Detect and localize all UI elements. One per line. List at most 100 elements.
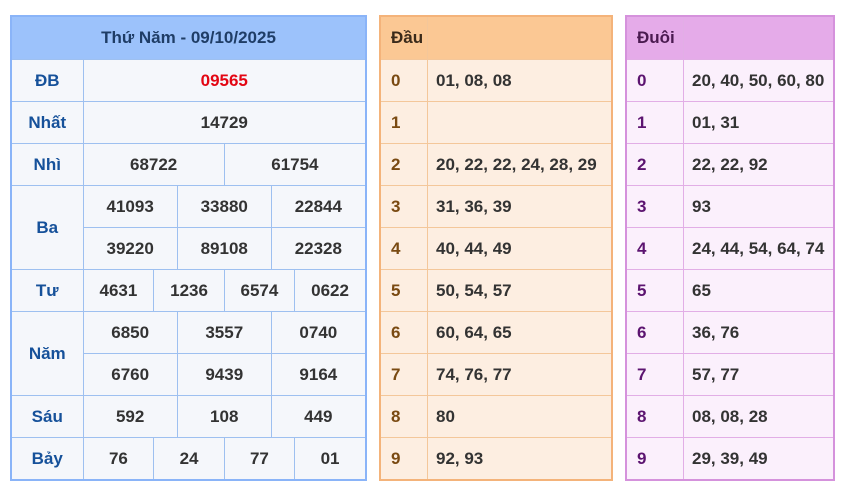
seventh-prize-number: 01: [294, 438, 365, 479]
prize-label-special: ĐB: [10, 59, 84, 102]
head-digit: 9: [379, 437, 428, 481]
head-row: 3 31, 36, 39: [379, 185, 613, 228]
tail-values: 01, 31: [683, 101, 835, 144]
head-digit: 0: [379, 59, 428, 102]
results-date-title: Thứ Năm - 09/10/2025: [10, 15, 367, 60]
prize-row-fourth: Tư 4631 1236 6574 0622: [10, 269, 367, 312]
fourth-prize-number: 1236: [153, 270, 225, 311]
prize-label-fifth: Năm: [10, 311, 84, 396]
fifth-prize-number: 9439: [176, 353, 272, 395]
prize-row-special: ĐB 09565: [10, 59, 367, 102]
tail-row: 2 22, 22, 92: [625, 143, 835, 186]
fourth-prize-number: 6574: [223, 270, 295, 311]
head-digit: 5: [379, 269, 428, 312]
tail-row: 1 01, 31: [625, 101, 835, 144]
tail-values: 57, 77: [683, 353, 835, 396]
tail-values: 24, 44, 54, 64, 74: [683, 227, 835, 270]
head-values: 92, 93: [427, 437, 613, 481]
head-values: 20, 22, 22, 24, 28, 29: [427, 143, 613, 186]
tail-values: 22, 22, 92: [683, 143, 835, 186]
head-row: 2 20, 22, 22, 24, 28, 29: [379, 143, 613, 186]
tail-digit: 4: [625, 227, 684, 270]
fifth-prize-number: 3557: [176, 312, 272, 354]
third-prize-number: 33880: [176, 186, 272, 228]
tail-digit: 7: [625, 353, 684, 396]
prize-label-second: Nhì: [10, 143, 84, 186]
head-values: 01, 08, 08: [427, 59, 613, 102]
prize-label-fourth: Tư: [10, 269, 84, 312]
head-row: 8 80: [379, 395, 613, 438]
tail-digit: 8: [625, 395, 684, 438]
prize-row-fifth: Năm 6850 3557 0740 6760 9439 9164: [10, 311, 367, 396]
head-digit: 8: [379, 395, 428, 438]
head-digit: 6: [379, 311, 428, 354]
head-digit: 1: [379, 101, 428, 144]
tail-digit-table: Đuôi 0 20, 40, 50, 60, 80 1 01, 31 2 22, 22…: [625, 15, 835, 481]
head-row: 0 01, 08, 08: [379, 59, 613, 102]
head-digit-table: Đầu 0 01, 08, 08 1 2 20, 22, 22, 24, 28, 2…: [379, 15, 613, 481]
sixth-prize-number: 592: [115, 406, 145, 426]
second-prize-number: 61754: [223, 144, 365, 185]
tail-row: 6 36, 76: [625, 311, 835, 354]
prize-results-table: Thứ Năm - 09/10/2025 ĐB 09565 Nhất 14729…: [10, 15, 367, 481]
seventh-prize-number: 76: [108, 448, 128, 468]
tail-digit: 6: [625, 311, 684, 354]
head-values: 80: [427, 395, 613, 438]
fourth-prize-number: 4631: [99, 280, 138, 300]
seventh-prize-number: 77: [223, 438, 295, 479]
head-row: 6 60, 64, 65: [379, 311, 613, 354]
head-values: 40, 44, 49: [427, 227, 613, 270]
tail-digit: 1: [625, 101, 684, 144]
head-values: 74, 76, 77: [427, 353, 613, 396]
tail-digit: 2: [625, 143, 684, 186]
prize-row-seventh: Bảy 76 24 77 01: [10, 437, 367, 481]
tail-row: 7 57, 77: [625, 353, 835, 396]
fourth-prize-number: 0622: [294, 270, 365, 311]
tail-digit: 5: [625, 269, 684, 312]
tail-values: 65: [683, 269, 835, 312]
third-prize-number: 89108: [176, 227, 272, 269]
head-digit: 2: [379, 143, 428, 186]
tail-digit: 3: [625, 185, 684, 228]
first-prize-number: 14729: [82, 101, 367, 144]
head-table-title: Đầu: [379, 15, 428, 60]
tail-row: 0 20, 40, 50, 60, 80: [625, 59, 835, 102]
fifth-prize-number: 6760: [83, 353, 178, 395]
head-values: 50, 54, 57: [427, 269, 613, 312]
head-digit: 3: [379, 185, 428, 228]
sixth-prize-number: 108: [176, 396, 272, 437]
head-digit: 7: [379, 353, 428, 396]
tail-row: 8 08, 08, 28: [625, 395, 835, 438]
tail-values: 20, 40, 50, 60, 80: [683, 59, 835, 102]
head-values: 60, 64, 65: [427, 311, 613, 354]
second-prize-number: 68722: [129, 154, 178, 174]
sixth-prize-number: 449: [270, 396, 365, 437]
tail-row: 4 24, 44, 54, 64, 74: [625, 227, 835, 270]
prize-row-sixth: Sáu 592 108 449: [10, 395, 367, 438]
prize-row-third: Ba 41093 33880 22844 39220 89108 22328: [10, 185, 367, 270]
third-prize-number: 41093: [106, 196, 154, 216]
head-digit: 4: [379, 227, 428, 270]
tail-values: 08, 08, 28: [683, 395, 835, 438]
head-row: 4 40, 44, 49: [379, 227, 613, 270]
head-values: 31, 36, 39: [427, 185, 613, 228]
fifth-prize-number: 6850: [111, 322, 150, 342]
tail-row: 5 65: [625, 269, 835, 312]
head-row: 7 74, 76, 77: [379, 353, 613, 396]
third-prize-number: 22328: [270, 227, 365, 269]
tail-table-title: Đuôi: [625, 15, 684, 60]
seventh-prize-number: 24: [153, 438, 225, 479]
head-row: 5 50, 54, 57: [379, 269, 613, 312]
tail-row: 9 29, 39, 49: [625, 437, 835, 481]
head-row: 9 92, 93: [379, 437, 613, 481]
fifth-prize-number: 9164: [270, 353, 365, 395]
tail-digit: 0: [625, 59, 684, 102]
prize-label-sixth: Sáu: [10, 395, 84, 438]
tail-values: 29, 39, 49: [683, 437, 835, 481]
third-prize-number: 39220: [83, 227, 178, 269]
tail-digit: 9: [625, 437, 684, 481]
head-row: 1: [379, 101, 613, 144]
tail-values: 93: [683, 185, 835, 228]
prize-label-third: Ba: [10, 185, 84, 270]
third-prize-number: 22844: [270, 186, 365, 228]
